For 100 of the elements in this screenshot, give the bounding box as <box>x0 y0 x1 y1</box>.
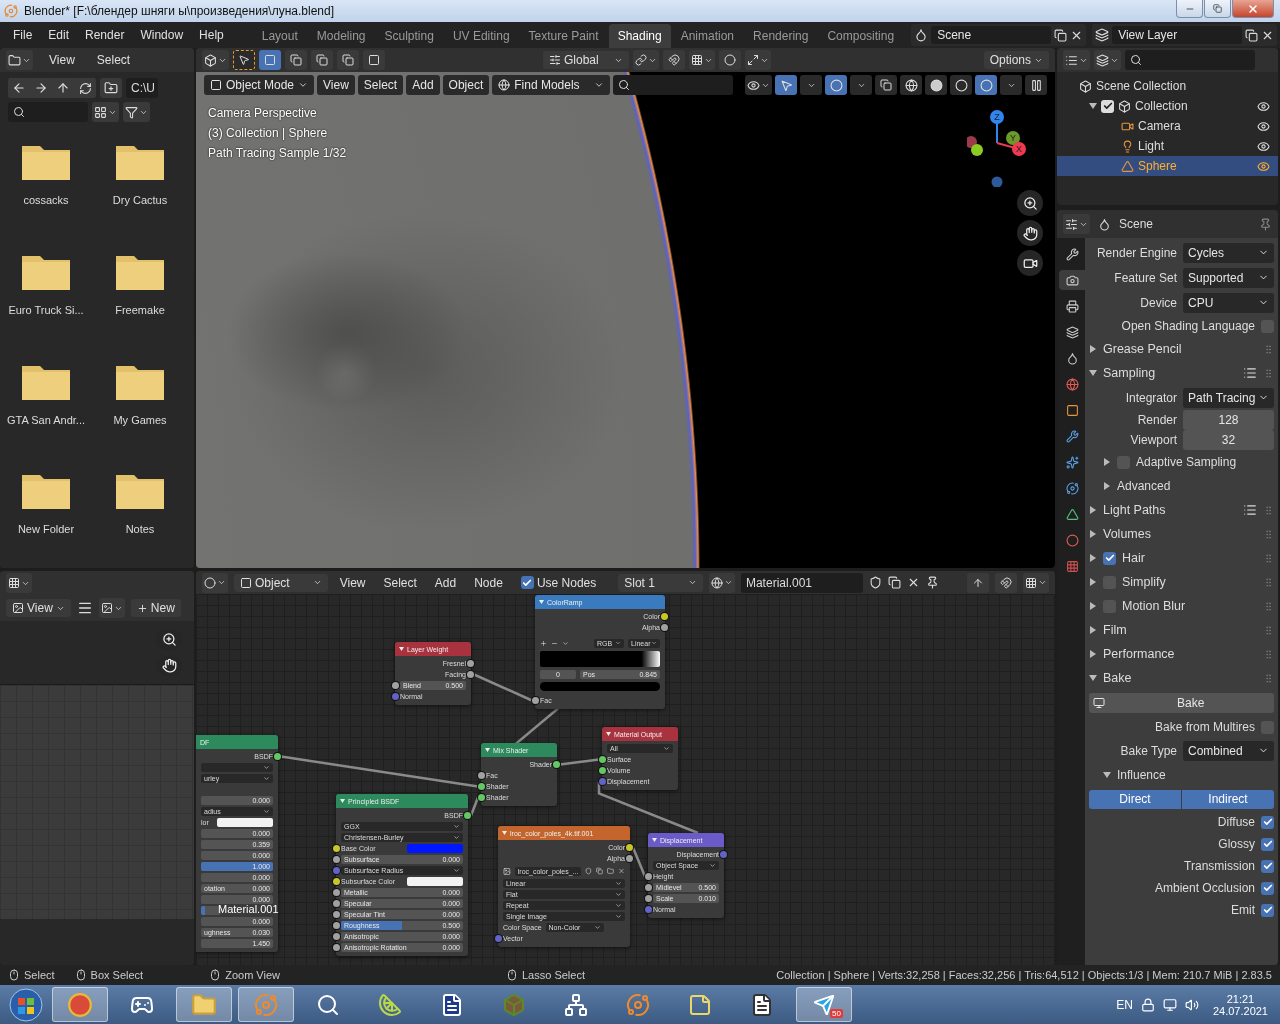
panel-header: Bake <box>1103 671 1132 685</box>
menu-item[interactable]: File <box>6 25 40 45</box>
bake-button[interactable]: Bake <box>1089 693 1274 713</box>
axis-handle[interactable]: X <box>996 142 1026 156</box>
dropdown[interactable]: Cycles <box>1183 242 1274 263</box>
asset-dropdown[interactable]: Find Models <box>492 75 610 95</box>
outliner-row[interactable]: Collection <box>1057 96 1278 116</box>
outliner-row[interactable]: Sphere <box>1057 156 1278 176</box>
dropdown[interactable]: Combined <box>1183 740 1274 761</box>
menu-item[interactable]: Add <box>406 75 440 95</box>
property-label: Bake from Multires <box>1153 720 1255 734</box>
menu-item[interactable]: View <box>317 75 355 95</box>
workspace-tab[interactable]: UV Editing <box>443 24 519 48</box>
subpanel-header: Influence <box>1117 768 1166 782</box>
folder-name[interactable]: Notes <box>125 523 155 536</box>
menu-item[interactable]: Add <box>428 573 463 592</box>
workspace-tab[interactable]: Modeling <box>307 24 375 48</box>
dropdown[interactable]: Supported <box>1183 267 1274 288</box>
workspace-tab[interactable]: Shading <box>608 24 671 48</box>
menu-item[interactable]: Window <box>133 25 191 45</box>
number-field[interactable]: 128 <box>1183 410 1274 430</box>
window-title: Blender* [F:\блендер шняги ы\произведения\луна.blend] <box>24 4 335 18</box>
menu-item[interactable]: View <box>43 51 81 69</box>
property-label: Glossy <box>1217 837 1255 851</box>
path-field[interactable]: C:\U <box>126 78 158 98</box>
folder-name[interactable]: Dry Cactus <box>112 194 168 206</box>
menu-item[interactable]: Select <box>357 75 404 95</box>
outliner-row[interactable]: Camera <box>1057 116 1278 136</box>
viewport-info-text: (3) Collection | Sphere <box>208 126 328 140</box>
menu-item[interactable]: Object <box>442 75 490 95</box>
folder-name[interactable]: New Folder <box>17 523 75 536</box>
viewport-info-text: Path Tracing Sample 1/32 <box>208 146 347 160</box>
property-label: Bake Type <box>1119 743 1177 758</box>
number-field[interactable]: 32 <box>1183 430 1274 450</box>
outliner-row[interactable]: Light <box>1057 136 1278 156</box>
status-hint: Zoom View <box>225 969 280 981</box>
toggle-button[interactable]: Indirect <box>1182 789 1274 809</box>
orientation-dropdown[interactable]: Global <box>543 51 629 69</box>
menu-item[interactable]: Select <box>90 51 137 69</box>
status-hint: Lasso Select <box>522 969 585 981</box>
material-name-field[interactable]: Material.001 <box>740 572 863 593</box>
axis-handle[interactable]: Z <box>990 110 1004 144</box>
workspace-tab[interactable]: Rendering <box>744 24 818 48</box>
panel-header: Sampling <box>1103 366 1156 380</box>
folder-name[interactable]: My Games <box>113 413 167 426</box>
scene-field[interactable]: Scene <box>931 26 1052 44</box>
material-name-label: Material.001 <box>218 903 279 915</box>
workspace-tab[interactable]: Sculpting <box>375 24 443 48</box>
menu-item[interactable]: Select <box>377 573 423 592</box>
property-label: Render Engine <box>1095 245 1177 260</box>
new-image-button[interactable]: New <box>130 599 181 617</box>
property-label: Viewport <box>1129 433 1177 447</box>
property-label: Ambient Occlusion <box>1153 881 1255 895</box>
language-indicator[interactable]: EN <box>1116 997 1133 1012</box>
mode-dropdown[interactable]: Object Mode <box>204 75 315 95</box>
panel-header: Hair <box>1122 551 1145 565</box>
dropdown[interactable]: CPU <box>1183 292 1274 313</box>
workspace-tab[interactable]: Compositing <box>818 24 904 48</box>
slot-dropdown[interactable]: Slot 1 <box>618 573 703 592</box>
outliner-row[interactable]: Scene Collection <box>1057 76 1278 96</box>
axis-handle[interactable]: Y <box>1006 131 1020 145</box>
property-label: Open Shading Language <box>1120 319 1255 333</box>
menu-item[interactable]: Help <box>192 25 231 45</box>
workspace-tab[interactable]: Layout <box>252 24 307 48</box>
view-layer-field[interactable]: View Layer <box>1112 26 1243 44</box>
panel-header: Motion Blur <box>1122 599 1186 613</box>
status-stats: Collection | Sphere | Verts:32,258 | Faces:32,256 | Tris:64,512 | Objects:1/3 | Mem: 210.7 MiB | 2.83.5 <box>776 969 1272 981</box>
folder-name[interactable]: Freemake <box>115 303 165 316</box>
taskbar-button[interactable]: 50 <box>796 987 852 1022</box>
property-label: Feature Set <box>1113 270 1177 285</box>
property-label: Transmission <box>1183 859 1255 873</box>
unread-badge: 50 <box>830 1009 843 1018</box>
folder-name[interactable]: Euro Truck Si... <box>8 303 84 316</box>
toggle-button[interactable]: Direct <box>1089 789 1181 809</box>
property-label: Device <box>1139 295 1177 310</box>
subpanel-header: Advanced <box>1117 479 1171 493</box>
property-label: Integrator <box>1124 390 1177 405</box>
status-hint: Select <box>24 969 55 981</box>
property-label: Render <box>1136 413 1177 427</box>
panel-header: Light Paths <box>1103 503 1166 517</box>
options-dropdown[interactable]: Options <box>983 51 1049 69</box>
status-hint: Box Select <box>90 969 144 981</box>
dropdown[interactable]: Path Tracing <box>1183 387 1274 408</box>
menu-item[interactable]: Edit <box>41 25 77 45</box>
shader-type-dropdown[interactable]: Object <box>234 573 328 592</box>
menu-item[interactable]: Render <box>78 25 132 45</box>
clock[interactable]: 21:21 24.07.2021 <box>1206 992 1274 1017</box>
menu-item[interactable]: View <box>333 573 372 592</box>
panel-header: Grease Pencil <box>1103 342 1182 356</box>
menu-item[interactable]: Node <box>468 573 509 592</box>
use-nodes-checkbox[interactable]: Use Nodes <box>514 573 603 592</box>
folder-name[interactable]: cossacks <box>23 194 69 206</box>
panel-header: Film <box>1103 623 1127 637</box>
folder-name[interactable]: GTA San Andr... <box>6 413 86 426</box>
viewport-info-text: Camera Perspective <box>208 106 317 120</box>
view-dropdown[interactable]: View <box>6 599 71 617</box>
workspace-tab[interactable]: Texture Paint <box>519 24 608 48</box>
panel-header: Performance <box>1103 647 1175 661</box>
property-label: Diffuse <box>1216 815 1255 829</box>
workspace-tab[interactable]: Animation <box>671 24 744 48</box>
